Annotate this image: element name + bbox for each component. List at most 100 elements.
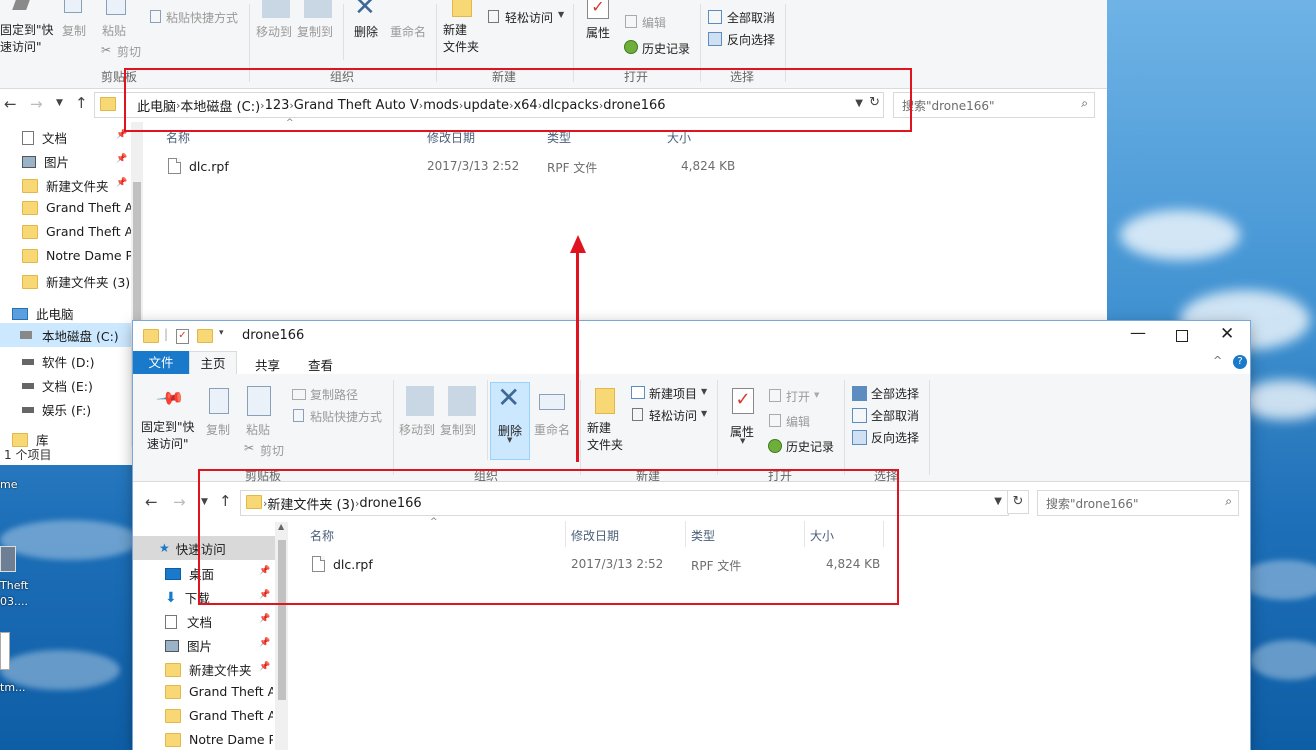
- search-icon: ⌕: [1225, 494, 1232, 508]
- nav-item-drive-f[interactable]: 娱乐 (F:): [22, 400, 91, 419]
- front-ribbon: 📌 固定到"快 速访问" 复制 粘贴 复制路径 粘贴快捷方式 ✂ 剪切 剪贴板 …: [133, 374, 1250, 483]
- nav-item-drive-c[interactable]: 本地磁盘 (C:): [0, 323, 131, 347]
- chevron-down-icon[interactable]: ▼: [994, 496, 1002, 507]
- refresh-button[interactable]: ↻: [1007, 490, 1029, 514]
- tab-file[interactable]: 文件: [133, 351, 189, 374]
- nav-item-folder[interactable]: Grand Theft Au: [165, 684, 273, 699]
- nav-item-documents[interactable]: 文档: [165, 612, 212, 631]
- rename-icon: [539, 394, 565, 410]
- new-folder-button[interactable]: 新建 文件夹: [587, 420, 623, 454]
- nav-item-folder[interactable]: 新建文件夹 (3): [22, 272, 130, 291]
- nav-item-pictures[interactable]: 图片: [22, 152, 69, 171]
- minimize-button[interactable]: —: [1130, 323, 1146, 342]
- folder-icon: [22, 178, 38, 193]
- desktop-icon-label[interactable]: me: [0, 477, 40, 493]
- documents-icon: [22, 130, 34, 145]
- desktop-icon-label[interactable]: Theft 03....: [0, 578, 40, 610]
- open-button[interactable]: 打开: [786, 388, 810, 405]
- copy-to-button[interactable]: 复制到: [440, 421, 476, 438]
- forward-arrow-icon[interactable]: →: [173, 493, 186, 511]
- nav-item-folder[interactable]: Grand Theft Au: [22, 200, 131, 215]
- ribbon-separator: [487, 380, 488, 460]
- rename-button[interactable]: 重命名: [534, 421, 570, 438]
- select-none-button[interactable]: 全部取消: [871, 407, 919, 424]
- nav-item-drive-e[interactable]: 文档 (E:): [22, 376, 93, 395]
- annotation-box-top: [124, 68, 912, 132]
- maximize-button[interactable]: [1176, 330, 1188, 342]
- front-search-box[interactable]: 搜索"drone166" ⌕: [1037, 490, 1239, 516]
- select-none-button[interactable]: 全部取消: [727, 9, 775, 26]
- paste-shortcut-button[interactable]: 粘贴快捷方式: [166, 9, 238, 26]
- tab-share[interactable]: 共享: [255, 355, 280, 374]
- help-icon[interactable]: ?: [1233, 355, 1247, 369]
- new-item-button[interactable]: 新建项目: [649, 385, 697, 402]
- cut-icon: ✂: [244, 441, 255, 455]
- drive-icon: [22, 382, 34, 389]
- cut-button[interactable]: 剪切: [117, 43, 141, 60]
- invert-selection-button[interactable]: 反向选择: [727, 31, 775, 48]
- properties-quick-icon[interactable]: ✓: [176, 329, 189, 344]
- easy-access-button[interactable]: 轻松访问: [505, 9, 553, 26]
- back-arrow-icon[interactable]: ←: [4, 95, 17, 113]
- desktop-icon[interactable]: [0, 546, 16, 572]
- drive-icon: [22, 358, 34, 365]
- invert-selection-button[interactable]: 反向选择: [871, 429, 919, 446]
- desktop-icon-label[interactable]: tm...: [0, 680, 40, 696]
- nav-item-pictures[interactable]: 图片: [165, 636, 212, 655]
- copy-button[interactable]: 复制: [206, 421, 230, 438]
- tab-home[interactable]: 主页: [189, 351, 237, 375]
- paste-shortcut-icon: [293, 409, 304, 422]
- back-search-box[interactable]: 搜索"drone166" ⌕: [893, 92, 1095, 118]
- table-row[interactable]: dlc.rpf 2017/3/13 2:52 RPF 文件 4,824 KB: [160, 155, 750, 177]
- quick-access-chevron-icon[interactable]: ▾: [219, 328, 224, 338]
- copy-to-button[interactable]: 复制到: [297, 23, 333, 40]
- edit-button[interactable]: 编辑: [642, 14, 666, 31]
- edit-button[interactable]: 编辑: [786, 413, 810, 430]
- ribbon-collapse-icon[interactable]: ^: [1213, 354, 1222, 367]
- select-all-button[interactable]: 全部选择: [871, 385, 919, 402]
- move-to-button[interactable]: 移动到: [399, 421, 435, 438]
- rename-button[interactable]: 重命名: [390, 23, 426, 40]
- copy-button[interactable]: 复制: [62, 22, 86, 39]
- delete-button[interactable]: 删除: [354, 23, 378, 40]
- nav-item-folder[interactable]: Grand Theft Au: [165, 708, 273, 723]
- nav-item-drive-d[interactable]: 软件 (D:): [22, 352, 95, 371]
- pin-quick-access-button[interactable]: 固定到"快 速访问": [0, 22, 54, 56]
- nav-label: 娱乐 (F:): [42, 403, 92, 418]
- nav-item-folder[interactable]: Grand Theft Au: [22, 224, 131, 239]
- tab-view[interactable]: 查看: [308, 355, 333, 374]
- new-folder-quick-icon[interactable]: [197, 329, 213, 343]
- copy-path-button[interactable]: 复制路径: [310, 386, 358, 403]
- nav-item-folder[interactable]: Notre Dame Pa: [22, 248, 131, 263]
- history-icon: [624, 40, 638, 54]
- move-to-button[interactable]: 移动到: [256, 23, 292, 40]
- drive-icon: [22, 406, 34, 413]
- new-folder-button[interactable]: 新建 文件夹: [443, 22, 479, 56]
- back-arrow-icon[interactable]: ←: [145, 493, 158, 511]
- history-button[interactable]: 历史记录: [642, 40, 690, 57]
- forward-arrow-icon[interactable]: →: [30, 95, 43, 113]
- nav-item-documents[interactable]: 文档: [22, 128, 67, 147]
- folder-icon: [100, 97, 116, 111]
- paste-button[interactable]: 粘贴: [102, 22, 126, 39]
- paste-button[interactable]: 粘贴: [246, 421, 270, 438]
- up-arrow-icon[interactable]: ↑: [75, 94, 88, 112]
- folder-icon: [165, 708, 181, 723]
- nav-item-folder[interactable]: 新建文件夹: [22, 176, 109, 195]
- desktop-icon[interactable]: [0, 632, 10, 670]
- nav-item-this-pc[interactable]: 此电脑: [12, 304, 74, 323]
- folder-icon: [165, 662, 181, 677]
- pin-quick-access-button[interactable]: 固定到"快 速访问": [141, 419, 195, 453]
- paste-shortcut-button[interactable]: 粘贴快捷方式: [310, 408, 382, 425]
- new-folder-icon: [595, 388, 615, 414]
- history-button[interactable]: 历史记录: [786, 438, 834, 455]
- close-button[interactable]: ✕: [1220, 324, 1234, 344]
- easy-access-icon: [488, 10, 499, 23]
- nav-label: 此电脑: [36, 307, 74, 322]
- nav-item-folder[interactable]: Notre Dame Pa: [165, 732, 273, 747]
- properties-button[interactable]: 属性: [586, 24, 610, 41]
- recent-chevron-icon[interactable]: ▼: [56, 98, 63, 108]
- nav-item-folder[interactable]: 新建文件夹: [165, 660, 252, 679]
- cut-button[interactable]: 剪切: [260, 442, 284, 459]
- easy-access-button[interactable]: 轻松访问: [649, 407, 697, 424]
